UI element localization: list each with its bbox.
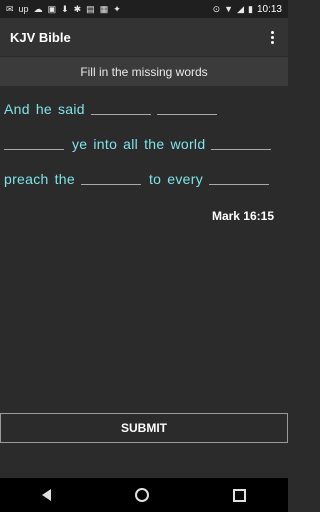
verse-line-3: preach the to every [4,157,284,187]
verse-word: preach [4,171,49,187]
home-icon[interactable] [135,488,149,502]
battery-icon: ▮ [248,4,253,14]
blank-input[interactable] [209,184,269,185]
verse-word: And [4,101,30,117]
signal-icon: ◢ [237,4,245,14]
location-icon: ⊙ [212,4,221,14]
blank-input[interactable] [4,149,64,150]
verse-line-1: And he said [4,87,284,117]
submit-label: SUBMIT [121,421,167,435]
blank-input[interactable] [80,184,141,185]
instruction-text: Fill in the missing words [80,64,208,79]
verse-line-2: ye into all the world [4,122,284,152]
verse-word: into [93,136,118,152]
status-time: 10:13 [256,3,282,15]
mail-icon: ✉ [6,4,14,14]
verse-word: ye [72,136,88,152]
cloud-icon: ☁ [33,4,43,14]
bug-icon: ✱ [73,4,82,14]
verse-reference: Mark 16:15 [211,209,274,223]
overflow-menu-icon[interactable] [267,27,278,48]
wifi-icon: ▼ [224,4,234,14]
flag-icon: ▣ [47,4,57,14]
fitness-icon: ✦ [113,4,121,14]
verse-word: all [123,136,139,152]
app-bar: KJV Bible [0,18,288,56]
download-icon: ⬇ [61,4,69,14]
gallery-icon: ▦ [99,4,109,14]
verse-word: world [170,136,206,152]
app-title: KJV Bible [10,29,71,45]
up-icon: up [18,4,29,14]
verse-word: to [148,171,162,187]
verse-word: the [54,171,75,187]
nav-bar [0,478,288,512]
submit-button[interactable]: SUBMIT [0,413,288,443]
back-icon[interactable] [42,489,51,501]
instruction-bar: Fill in the missing words [0,57,288,86]
verse-word: the [144,136,165,152]
recents-icon[interactable] [233,488,246,502]
status-bar: ✉ up ☁ ▣ ⬇ ✱ ▤ ▦ ✦ ⊙ ▼ ◢ ▮ 10:13 [0,0,288,18]
verse-word: every [167,171,203,187]
verse-word: said [58,101,85,117]
blank-input[interactable] [156,114,217,115]
bag-icon: ▤ [86,4,95,14]
blank-input[interactable] [90,114,151,115]
verse-word: he [35,101,52,117]
blank-input[interactable] [211,149,272,150]
verse-area: And he said ye into all the world preach… [0,87,288,413]
